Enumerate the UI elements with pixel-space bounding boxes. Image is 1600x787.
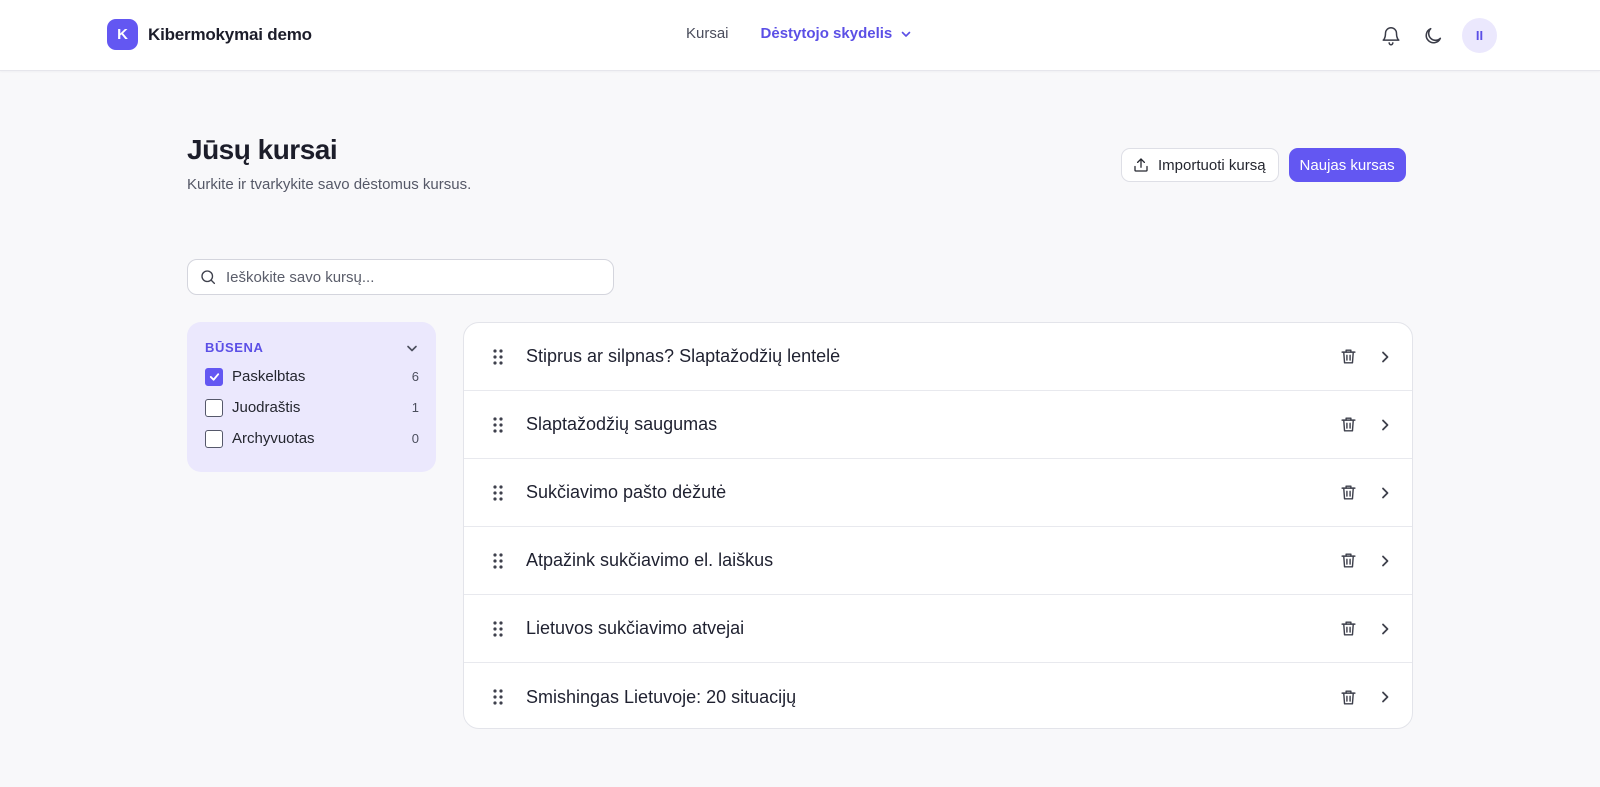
trash-icon[interactable]	[1339, 483, 1358, 502]
course-row[interactable]: Sukčiavimo pašto dėžutė	[464, 459, 1412, 527]
filter-option-published[interactable]: Paskelbtas 6	[205, 367, 419, 386]
filter-label: Juodraštis	[232, 399, 301, 416]
theme-toggle-button[interactable]	[1420, 23, 1446, 49]
nav-courses-link[interactable]: Kursai	[686, 25, 729, 42]
drag-handle-icon[interactable]	[491, 348, 505, 366]
moon-icon	[1425, 27, 1442, 44]
checkbox-draft[interactable]	[205, 398, 223, 417]
chevron-right-icon[interactable]	[1378, 418, 1392, 432]
course-row[interactable]: Stiprus ar silpnas? Slaptažodžių lentelė	[464, 323, 1412, 391]
course-title[interactable]: Lietuvos sukčiavimo atvejai	[526, 618, 744, 639]
course-row[interactable]: Smishingas Lietuvoje: 20 situacijų	[464, 663, 1412, 728]
chevron-right-icon[interactable]	[1378, 690, 1392, 704]
user-avatar[interactable]: II	[1462, 18, 1497, 53]
trash-icon[interactable]	[1339, 551, 1358, 570]
course-row[interactable]: Slaptažodžių saugumas	[464, 391, 1412, 459]
filter-count: 1	[411, 400, 419, 415]
upload-icon	[1134, 158, 1148, 172]
filter-option-draft[interactable]: Juodraštis 1	[205, 398, 419, 417]
chevron-right-icon[interactable]	[1378, 622, 1392, 636]
course-title[interactable]: Stiprus ar silpnas? Slaptažodžių lentelė	[526, 346, 840, 367]
checkmark-icon	[209, 373, 219, 381]
course-row[interactable]: Lietuvos sukčiavimo atvejai	[464, 595, 1412, 663]
drag-handle-icon[interactable]	[491, 620, 505, 638]
import-course-button[interactable]: Importuoti kursą	[1121, 148, 1279, 182]
brand-name: Kibermokymai demo	[148, 24, 312, 44]
nav-teacher-dashboard-label: Dėstytojo skydelis	[760, 25, 893, 42]
page-subtitle: Kurkite ir tvarkykite savo dėstomus kurs…	[187, 176, 472, 193]
chevron-down-icon	[407, 345, 417, 351]
chevron-down-icon	[901, 31, 911, 37]
filter-count: 6	[411, 369, 419, 384]
page-actions: Importuoti kursą Naujas kursas	[1121, 148, 1406, 182]
course-list: Stiprus ar silpnas? Slaptažodžių lentelė…	[463, 322, 1413, 729]
trash-icon[interactable]	[1339, 347, 1358, 366]
drag-handle-icon[interactable]	[491, 416, 505, 434]
course-title[interactable]: Slaptažodžių saugumas	[526, 414, 717, 435]
status-filter-panel: BŪSENA Paskelbtas 6 Juodraštis 1 Archyvu…	[187, 322, 436, 472]
course-search	[187, 259, 614, 295]
chevron-right-icon[interactable]	[1378, 486, 1392, 500]
search-icon	[201, 270, 216, 285]
drag-handle-icon[interactable]	[491, 552, 505, 570]
trash-icon[interactable]	[1339, 688, 1358, 707]
nav-teacher-dashboard-dropdown[interactable]: Dėstytojo skydelis	[761, 25, 913, 42]
course-title[interactable]: Sukčiavimo pašto dėžutė	[526, 482, 726, 503]
checkbox-published[interactable]	[205, 367, 223, 386]
trash-icon[interactable]	[1339, 619, 1358, 638]
drag-handle-icon[interactable]	[491, 688, 505, 706]
trash-icon[interactable]	[1339, 415, 1358, 434]
filter-label: Paskelbtas	[232, 368, 306, 385]
brand-logo: K	[107, 19, 138, 50]
brand[interactable]: K Kibermokymai demo	[107, 19, 312, 50]
notifications-button[interactable]	[1378, 23, 1404, 49]
page-title: Jūsų kursai	[187, 134, 338, 165]
checkbox-archived[interactable]	[205, 429, 223, 448]
bell-icon	[1382, 26, 1400, 45]
course-title[interactable]: Smishingas Lietuvoje: 20 situacijų	[526, 687, 796, 708]
chevron-right-icon[interactable]	[1378, 350, 1392, 364]
import-course-label: Importuoti kursą	[1158, 156, 1266, 174]
new-course-button[interactable]: Naujas kursas	[1288, 148, 1406, 182]
status-filter-header[interactable]: BŪSENA	[205, 340, 419, 355]
chevron-right-icon[interactable]	[1378, 554, 1392, 568]
drag-handle-icon[interactable]	[491, 484, 505, 502]
header-actions: II	[1378, 18, 1497, 53]
course-row[interactable]: Atpažink sukčiavimo el. laiškus	[464, 527, 1412, 595]
filter-label: Archyvuotas	[232, 430, 315, 447]
top-navbar: K Kibermokymai demo Kursai Dėstytojo sky…	[0, 0, 1600, 71]
status-filter-title: BŪSENA	[205, 340, 264, 355]
filter-option-archived[interactable]: Archyvuotas 0	[205, 429, 419, 448]
filter-count: 0	[411, 431, 419, 446]
course-title[interactable]: Atpažink sukčiavimo el. laiškus	[526, 550, 773, 571]
search-input[interactable]	[226, 268, 596, 286]
main-nav: Kursai Dėstytojo skydelis	[686, 25, 912, 42]
